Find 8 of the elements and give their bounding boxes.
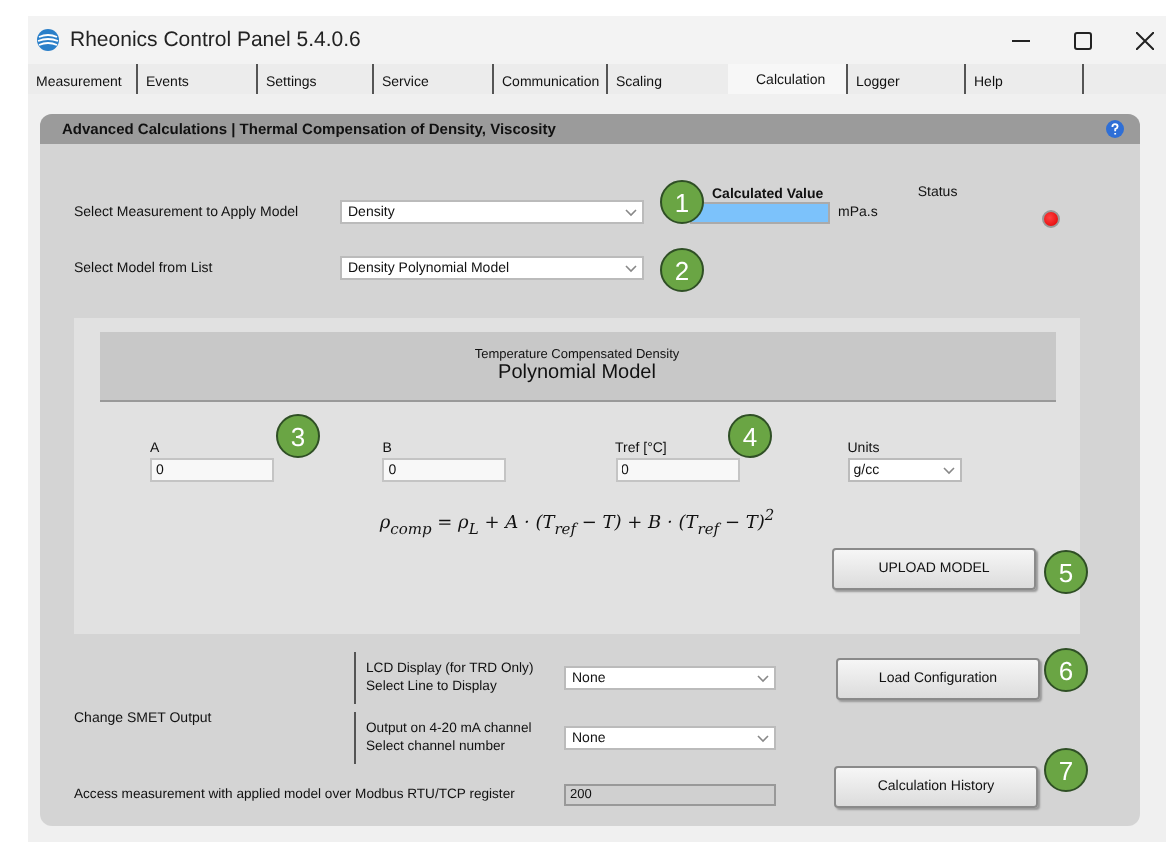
maximize-icon[interactable] xyxy=(1074,31,1092,49)
close-icon[interactable] xyxy=(1136,31,1154,49)
formula: ρ$_{comp}$ = ρ$_{L}$ + A · (T$_{ref}$ − T) + B · (T$_{ref}$ − T)$^{2}$ xyxy=(379,506,775,538)
model-title: Polynomial Model xyxy=(498,362,656,384)
window-title: Rheonics Control Panel 5.4.0.6 xyxy=(70,28,361,52)
calculated-value-field xyxy=(690,202,830,224)
app-logo-icon xyxy=(36,28,60,52)
help-icon[interactable] xyxy=(1106,120,1124,138)
